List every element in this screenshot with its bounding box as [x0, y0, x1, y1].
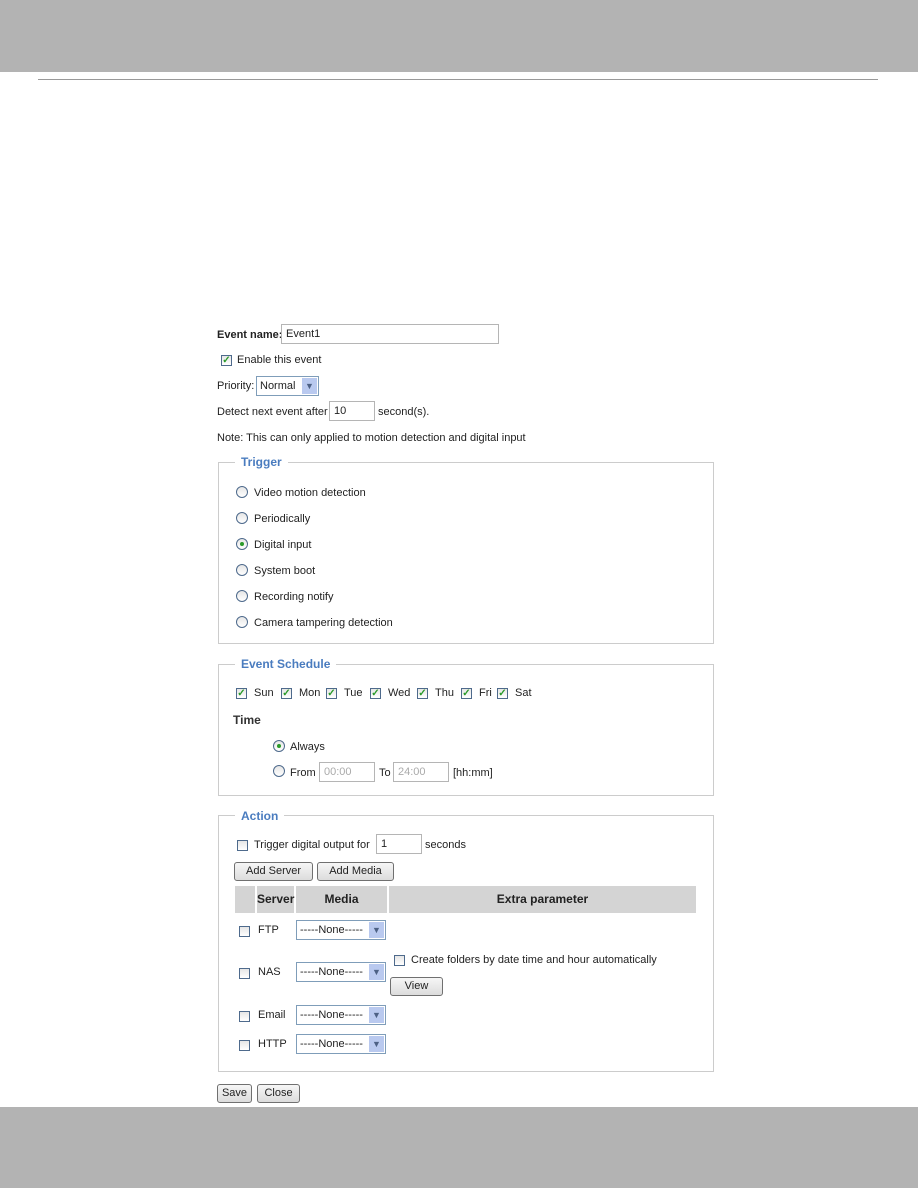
priority-value: Normal	[260, 380, 296, 392]
column-header-server: Server	[257, 886, 294, 913]
chevron-down-icon: ▼	[302, 378, 317, 394]
to-label: To	[379, 767, 391, 779]
day-checkbox[interactable]: ✓	[326, 688, 337, 699]
chevron-down-icon: ▼	[369, 1007, 384, 1023]
day-label: Tue	[344, 687, 363, 699]
day-checkbox[interactable]: ✓	[497, 688, 508, 699]
trigger-radio[interactable]	[236, 590, 248, 602]
add-media-button[interactable]: Add Media	[317, 862, 394, 881]
day-checkbox[interactable]: ✓	[461, 688, 472, 699]
trigger-legend: Trigger	[235, 455, 288, 469]
add-server-button[interactable]: Add Server	[234, 862, 313, 881]
day-label: Sun	[254, 687, 274, 699]
trigger-option-label: Recording notify	[254, 591, 334, 603]
day-label: Thu	[435, 687, 454, 699]
server-checkbox[interactable]	[239, 926, 250, 937]
from-radio[interactable]	[273, 765, 285, 777]
media-select[interactable]: -----None----- ▼	[296, 1034, 386, 1054]
priority-select[interactable]: Normal ▼	[256, 376, 319, 396]
from-label: From	[290, 767, 316, 779]
time-label: Time	[233, 713, 261, 727]
time-format: [hh:mm]	[453, 767, 493, 779]
save-button[interactable]: Save	[217, 1084, 252, 1103]
media-value: -----None-----	[300, 966, 363, 978]
day-checkbox[interactable]: ✓	[281, 688, 292, 699]
trigger-radio[interactable]	[236, 538, 248, 550]
media-select[interactable]: -----None----- ▼	[296, 920, 386, 940]
media-select[interactable]: -----None----- ▼	[296, 1005, 386, 1025]
trigger-output-unit: seconds	[425, 839, 466, 851]
trigger-output-input[interactable]: 1	[376, 834, 422, 854]
media-value: -----None-----	[300, 924, 363, 936]
server-checkbox[interactable]	[239, 1011, 250, 1022]
event-name-input[interactable]: Event1	[281, 324, 499, 344]
view-button[interactable]: View	[390, 977, 443, 996]
trigger-output-label: Trigger digital output for	[254, 839, 370, 851]
day-label: Sat	[515, 687, 532, 699]
trigger-radio[interactable]	[236, 486, 248, 498]
nas-create-folders-label: Create folders by date time and hour aut…	[411, 954, 657, 966]
priority-label: Priority:	[217, 380, 255, 392]
day-label: Wed	[388, 687, 411, 699]
action-fieldset	[218, 815, 714, 1072]
chevron-down-icon: ▼	[369, 1036, 384, 1052]
header-bar	[0, 0, 918, 72]
day-checkbox[interactable]: ✓	[370, 688, 381, 699]
always-label: Always	[290, 741, 325, 753]
column-header-extra: Extra parameter	[389, 886, 696, 913]
enable-event-checkbox[interactable]: ✓	[221, 355, 232, 366]
column-header-blank	[235, 886, 255, 913]
detect-label: Detect next event after	[217, 406, 328, 418]
day-label: Fri	[479, 687, 492, 699]
server-label: NAS	[258, 966, 281, 978]
divider	[38, 79, 878, 80]
column-header-media: Media	[296, 886, 387, 913]
close-button[interactable]: Close	[257, 1084, 300, 1103]
always-radio[interactable]	[273, 740, 285, 752]
day-checkbox[interactable]: ✓	[417, 688, 428, 699]
event-name-label: Event name:	[217, 329, 283, 341]
server-checkbox[interactable]	[239, 968, 250, 979]
media-value: -----None-----	[300, 1038, 363, 1050]
schedule-legend: Event Schedule	[235, 657, 337, 671]
note-text: Note: This can only applied to motion de…	[217, 432, 526, 444]
trigger-radio[interactable]	[236, 564, 248, 576]
enable-event-label: Enable this event	[237, 354, 322, 366]
to-time-input[interactable]: 24:00	[393, 762, 449, 782]
action-legend: Action	[235, 809, 285, 823]
from-time-input[interactable]: 00:00	[319, 762, 375, 782]
server-label: HTTP	[258, 1038, 287, 1050]
footer-bar	[0, 1107, 918, 1188]
chevron-down-icon: ▼	[369, 922, 384, 938]
trigger-option-label: Digital input	[254, 539, 312, 551]
detect-input[interactable]: 10	[329, 401, 375, 421]
trigger-output-checkbox[interactable]	[237, 840, 248, 851]
nas-create-folders-checkbox[interactable]	[394, 955, 405, 966]
trigger-option-label: Periodically	[254, 513, 311, 525]
server-checkbox[interactable]	[239, 1040, 250, 1051]
detect-unit: second(s).	[378, 406, 430, 418]
media-select[interactable]: -----None----- ▼	[296, 962, 386, 982]
trigger-option-label: System boot	[254, 565, 316, 577]
server-label: FTP	[258, 924, 279, 936]
server-label: Email	[258, 1009, 286, 1021]
trigger-option-label: Camera tampering detection	[254, 617, 393, 629]
day-checkbox[interactable]: ✓	[236, 688, 247, 699]
trigger-radio[interactable]	[236, 512, 248, 524]
trigger-radio[interactable]	[236, 616, 248, 628]
day-label: Mon	[299, 687, 321, 699]
trigger-option-label: Video motion detection	[254, 487, 366, 499]
chevron-down-icon: ▼	[369, 964, 384, 980]
media-value: -----None-----	[300, 1009, 363, 1021]
